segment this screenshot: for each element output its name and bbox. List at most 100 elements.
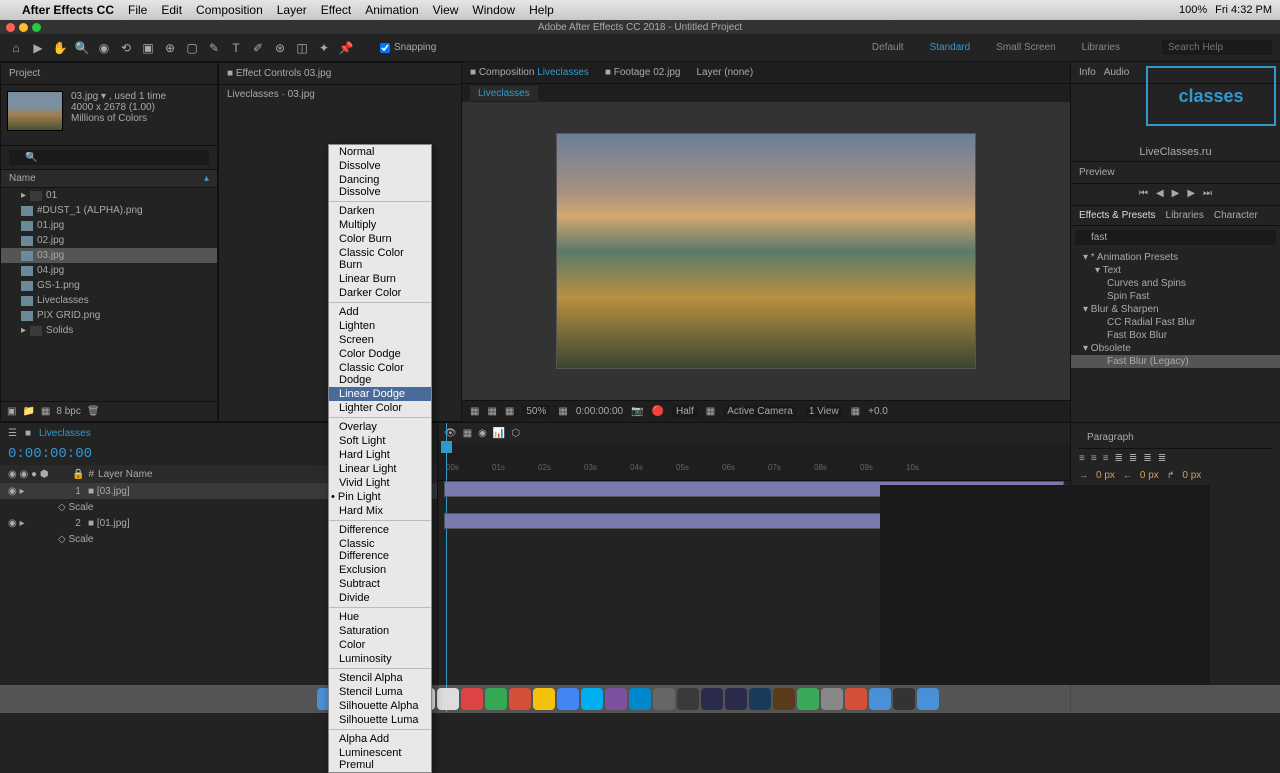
transparency-icon[interactable]: ▦: [706, 406, 715, 417]
render-queue-icon[interactable]: ☰: [8, 428, 17, 439]
last-frame-button[interactable]: ⏭: [1203, 188, 1212, 199]
blend-mode-option[interactable]: Overlay: [329, 420, 431, 434]
dock-ae[interactable]: [701, 688, 723, 710]
project-item[interactable]: ▸ 01: [1, 188, 217, 203]
blend-mode-option[interactable]: Dancing Dissolve: [329, 173, 431, 199]
justify-all-icon[interactable]: ≣: [1158, 453, 1166, 464]
dock-app[interactable]: [485, 688, 507, 710]
eraser-tool[interactable]: ◫: [294, 40, 310, 56]
resolution-dropdown[interactable]: Half: [672, 405, 698, 418]
dock-app[interactable]: [653, 688, 675, 710]
align-left-icon[interactable]: ≡: [1079, 453, 1085, 464]
roto-tool[interactable]: ✦: [316, 40, 332, 56]
playhead[interactable]: [446, 423, 447, 712]
blend-mode-option[interactable]: Hard Light: [329, 448, 431, 462]
project-item[interactable]: 01.jpg: [1, 218, 217, 233]
effect-tree-item[interactable]: ▾ Text: [1071, 264, 1280, 277]
viewer-timecode[interactable]: 0:00:00:00: [576, 406, 623, 417]
dock-pr[interactable]: [725, 688, 747, 710]
app-menu[interactable]: After Effects CC: [22, 3, 114, 17]
audio-tab[interactable]: Audio: [1104, 67, 1130, 78]
home-tool[interactable]: ⌂: [8, 40, 24, 56]
blend-mode-option[interactable]: Exclusion: [329, 563, 431, 577]
blend-mode-option[interactable]: Luminescent Premul: [329, 746, 431, 772]
dock-app[interactable]: [677, 688, 699, 710]
blend-mode-option[interactable]: Pin Light: [329, 490, 431, 504]
effect-tree-item[interactable]: CC Radial Fast Blur: [1071, 316, 1280, 329]
grid-icon[interactable]: ▦: [558, 406, 567, 417]
blend-mode-option[interactable]: Vivid Light: [329, 476, 431, 490]
exposure-value[interactable]: +0.0: [868, 406, 888, 417]
blend-mode-option[interactable]: Classic Difference: [329, 537, 431, 563]
bit-depth[interactable]: 8 bpc: [56, 406, 80, 417]
blend-mode-option[interactable]: Darken: [329, 204, 431, 218]
workspace-standard[interactable]: Standard: [920, 42, 981, 53]
menu-help[interactable]: Help: [529, 3, 554, 17]
blend-mode-option[interactable]: Lighter Color: [329, 401, 431, 415]
align-right-icon[interactable]: ≡: [1103, 453, 1109, 464]
blend-mode-option[interactable]: Linear Light: [329, 462, 431, 476]
camera-tool[interactable]: ▣: [140, 40, 156, 56]
indent-right[interactable]: 0 px: [1140, 470, 1159, 481]
blend-mode-option[interactable]: Color: [329, 638, 431, 652]
mask-icon[interactable]: ▦: [505, 406, 514, 417]
preview-tab[interactable]: Preview: [1079, 167, 1115, 178]
justify-left-icon[interactable]: ≣: [1115, 453, 1123, 464]
hand-tool[interactable]: ✋: [52, 40, 68, 56]
prev-frame-button[interactable]: ◀: [1156, 188, 1164, 199]
graph-icon[interactable]: 📊: [493, 428, 505, 439]
effect-tree-item[interactable]: ▾ Blur & Sharpen: [1071, 303, 1280, 316]
menu-composition[interactable]: Composition: [196, 3, 263, 17]
blend-mode-option[interactable]: Multiply: [329, 218, 431, 232]
workspace-libraries[interactable]: Libraries: [1072, 42, 1130, 53]
justify-right-icon[interactable]: ≣: [1143, 453, 1151, 464]
blend-mode-option[interactable]: Lighten: [329, 319, 431, 333]
rotate-tool[interactable]: ⟲: [118, 40, 134, 56]
blend-mode-option[interactable]: Silhouette Alpha: [329, 699, 431, 713]
close-window-button[interactable]: [6, 23, 15, 32]
dock-app[interactable]: [461, 688, 483, 710]
dock-app[interactable]: [437, 688, 459, 710]
snapping-checkbox[interactable]: [380, 43, 390, 53]
dock-app[interactable]: [893, 688, 915, 710]
sort-indicator[interactable]: ▴: [204, 173, 209, 184]
info-tab[interactable]: Info: [1079, 67, 1096, 78]
dock-chrome[interactable]: [533, 688, 555, 710]
dock-skype[interactable]: [581, 688, 603, 710]
first-frame-button[interactable]: ⏮: [1139, 188, 1148, 199]
alpha-icon[interactable]: ▦: [470, 406, 479, 417]
blend-mode-option[interactable]: Difference: [329, 523, 431, 537]
effects-search-input[interactable]: [1075, 230, 1276, 245]
blend-mode-option[interactable]: Subtract: [329, 577, 431, 591]
blend-mode-option[interactable]: Classic Color Burn: [329, 246, 431, 272]
channel-icon[interactable]: ▦: [487, 406, 496, 417]
dock-app[interactable]: [797, 688, 819, 710]
guides-icon[interactable]: ▦: [851, 406, 860, 417]
orbit-tool[interactable]: ◉: [96, 40, 112, 56]
effect-tree-item[interactable]: Fast Blur (Legacy): [1071, 355, 1280, 368]
effect-tree-item[interactable]: Curves and Spins: [1071, 277, 1280, 290]
project-item[interactable]: #DUST_1 (ALPHA).png: [1, 203, 217, 218]
blend-mode-option[interactable]: Linear Dodge: [329, 387, 431, 401]
dock-telegram[interactable]: [629, 688, 651, 710]
name-column-header[interactable]: Name: [9, 173, 36, 184]
character-tab[interactable]: Character: [1214, 210, 1258, 221]
workspace-small[interactable]: Small Screen: [986, 42, 1065, 53]
dock-viber[interactable]: [605, 688, 627, 710]
next-frame-button[interactable]: ▶: [1187, 188, 1195, 199]
effect-tree-item[interactable]: ▾ Obsolete: [1071, 342, 1280, 355]
menu-file[interactable]: File: [128, 3, 147, 17]
dock-ai[interactable]: [773, 688, 795, 710]
effect-tree-item[interactable]: Spin Fast: [1071, 290, 1280, 303]
first-line-indent[interactable]: 0 px: [1182, 470, 1201, 481]
camera-dropdown[interactable]: Active Camera: [723, 405, 797, 418]
dock-app[interactable]: [845, 688, 867, 710]
draft-icon[interactable]: ⬡: [511, 428, 520, 439]
new-folder-icon[interactable]: 📁: [22, 406, 34, 417]
blend-mode-option[interactable]: Linear Burn: [329, 272, 431, 286]
menu-view[interactable]: View: [433, 3, 459, 17]
justify-center-icon[interactable]: ≣: [1129, 453, 1137, 464]
blend-mode-option[interactable]: Color Dodge: [329, 347, 431, 361]
timeline-tab[interactable]: Liveclasses: [39, 428, 91, 439]
zoom-window-button[interactable]: [32, 23, 41, 32]
